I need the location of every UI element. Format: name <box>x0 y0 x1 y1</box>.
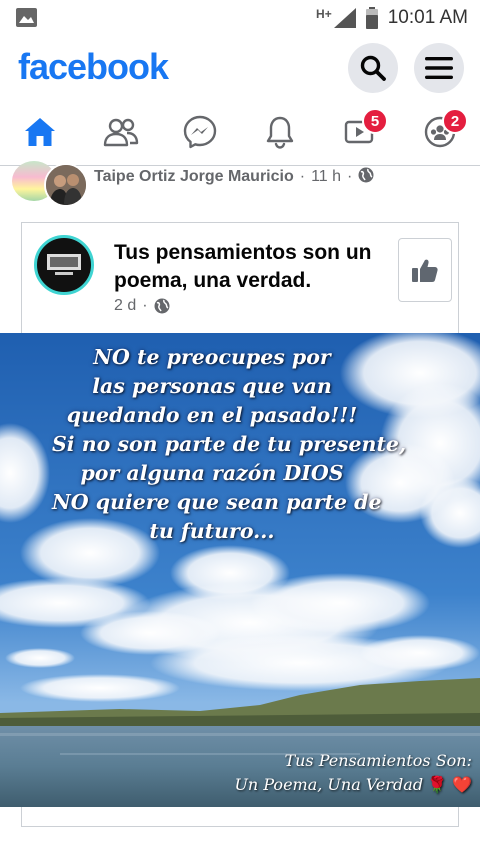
watermark-line: Un Poema, Una Verdad <box>234 775 424 794</box>
signal-icon <box>333 8 356 28</box>
globe-icon <box>358 167 374 183</box>
quote-line: quedando en el pasado!!! <box>66 403 358 427</box>
image-watermark: Tus Pensamientos Son: Un Poema, Una Verd… <box>234 749 472 797</box>
quote-line: Si no son parte de tu presente, <box>52 432 407 456</box>
quote-line: por alguna razón DIOS <box>80 461 344 485</box>
image-icon <box>16 8 37 27</box>
search-button[interactable] <box>348 43 398 93</box>
bell-icon <box>266 116 294 149</box>
page-avatar[interactable] <box>34 235 94 295</box>
nav-home[interactable] <box>8 108 72 156</box>
quote-line: tu futuro... <box>149 519 275 543</box>
app-header: facebook <box>0 36 480 100</box>
globe-icon <box>154 298 170 314</box>
nav-watch[interactable]: 5 <box>328 108 392 156</box>
network-type: H+ <box>316 7 332 21</box>
person-photo <box>46 165 86 205</box>
post-time[interactable]: 11 h <box>311 168 341 185</box>
menu-icon <box>425 57 453 79</box>
menu-button[interactable] <box>414 43 464 93</box>
quote-line: NO te preocupes por <box>93 345 331 369</box>
watermark-line: Tus Pensamientos Son: <box>284 751 472 770</box>
sharer-name[interactable]: Taipe Ortiz Jorge Mauricio <box>94 168 294 185</box>
post-image[interactable]: NO te preocupes por las personas que van… <box>0 333 480 807</box>
rose-heart-icons: 🌹 ❤️ <box>427 775 472 794</box>
messenger-icon <box>183 115 217 149</box>
nav-messenger[interactable] <box>168 108 232 156</box>
facebook-logo[interactable]: facebook <box>18 46 169 88</box>
page-name[interactable]: Tus pensamientos son un poema, una verda… <box>114 239 374 295</box>
status-bar: H+ 10:01 AM <box>0 0 480 36</box>
page-logo-icon <box>47 254 81 275</box>
shared-post-meta: 2 d · <box>114 297 170 315</box>
facebook-app: H+ 10:01 AM facebook 5 2 Taipe Ortiz Jor… <box>0 0 480 854</box>
sharer-avatar[interactable] <box>44 163 88 207</box>
post-header: Taipe Ortiz Jorge Mauricio · 11 h · <box>0 161 480 211</box>
groups-badge: 2 <box>442 108 468 134</box>
nav-groups[interactable]: 2 <box>408 108 472 156</box>
search-icon <box>360 55 386 81</box>
quote-line: las personas que van <box>92 374 332 398</box>
nav-friends[interactable] <box>89 108 153 156</box>
main-nav: 5 2 <box>0 100 480 166</box>
like-page-button[interactable] <box>398 238 452 302</box>
battery-icon <box>365 7 378 29</box>
quote-text: NO te preocupes por las personas que van… <box>52 343 407 546</box>
home-icon <box>25 118 55 146</box>
post-meta: Taipe Ortiz Jorge Mauricio · 11 h · <box>94 167 374 186</box>
friends-icon <box>103 118 139 147</box>
thumbs-up-icon <box>412 259 438 282</box>
quote-line: NO quiere que sean parte de <box>52 490 382 514</box>
watch-badge: 5 <box>362 108 388 134</box>
shared-post-time[interactable]: 2 d <box>114 297 136 315</box>
clock: 10:01 AM <box>387 7 468 28</box>
nav-notifications[interactable] <box>248 108 312 156</box>
